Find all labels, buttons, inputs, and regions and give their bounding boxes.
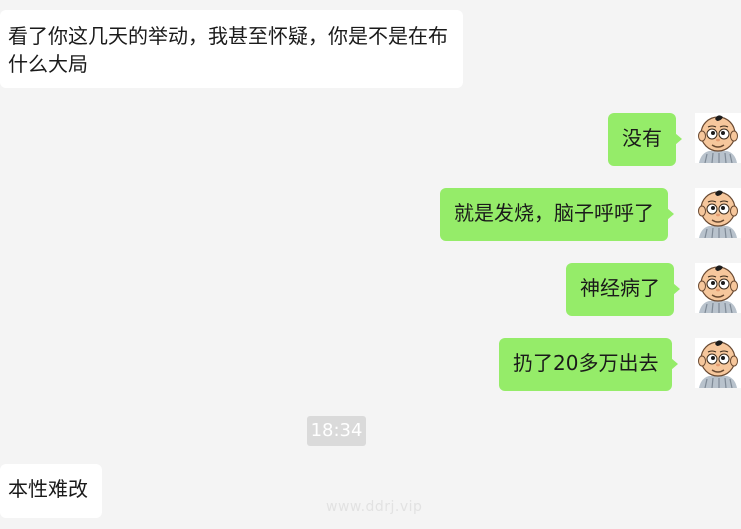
avatar[interactable] (695, 338, 741, 388)
incoming-message-bubble[interactable]: 本性难改 (0, 464, 102, 518)
message-text: 神经病了 (580, 276, 660, 300)
cartoon-baby-avatar-icon (695, 113, 741, 163)
avatar[interactable] (695, 188, 741, 238)
incoming-message-bubble[interactable]: 看了你这几天的举动，我甚至怀疑，你是不是在布什么大局 (0, 10, 463, 88)
outgoing-message-bubble[interactable]: 就是发烧，脑子呼呼了 (440, 188, 674, 241)
watermark: www.ddrj.vip (326, 499, 423, 515)
outgoing-message-bubble[interactable]: 神经病了 (566, 263, 680, 316)
timestamp-chip: 18:34 (307, 416, 366, 446)
message-text: 没有 (622, 126, 662, 150)
message-text: 扔了20多万出去 (513, 351, 659, 375)
message-text: 看了你这几天的举动，我甚至怀疑，你是不是在布什么大局 (8, 24, 448, 76)
message-text: 就是发烧，脑子呼呼了 (454, 201, 654, 225)
cartoon-baby-avatar-icon (695, 188, 741, 238)
avatar[interactable] (695, 263, 741, 313)
cartoon-baby-avatar-icon (695, 263, 741, 313)
message-text: 本性难改 (8, 477, 88, 501)
outgoing-message-bubble[interactable]: 没有 (608, 113, 682, 166)
cartoon-baby-avatar-icon (695, 338, 741, 388)
avatar[interactable] (695, 113, 741, 163)
outgoing-message-bubble[interactable]: 扔了20多万出去 (499, 338, 679, 391)
